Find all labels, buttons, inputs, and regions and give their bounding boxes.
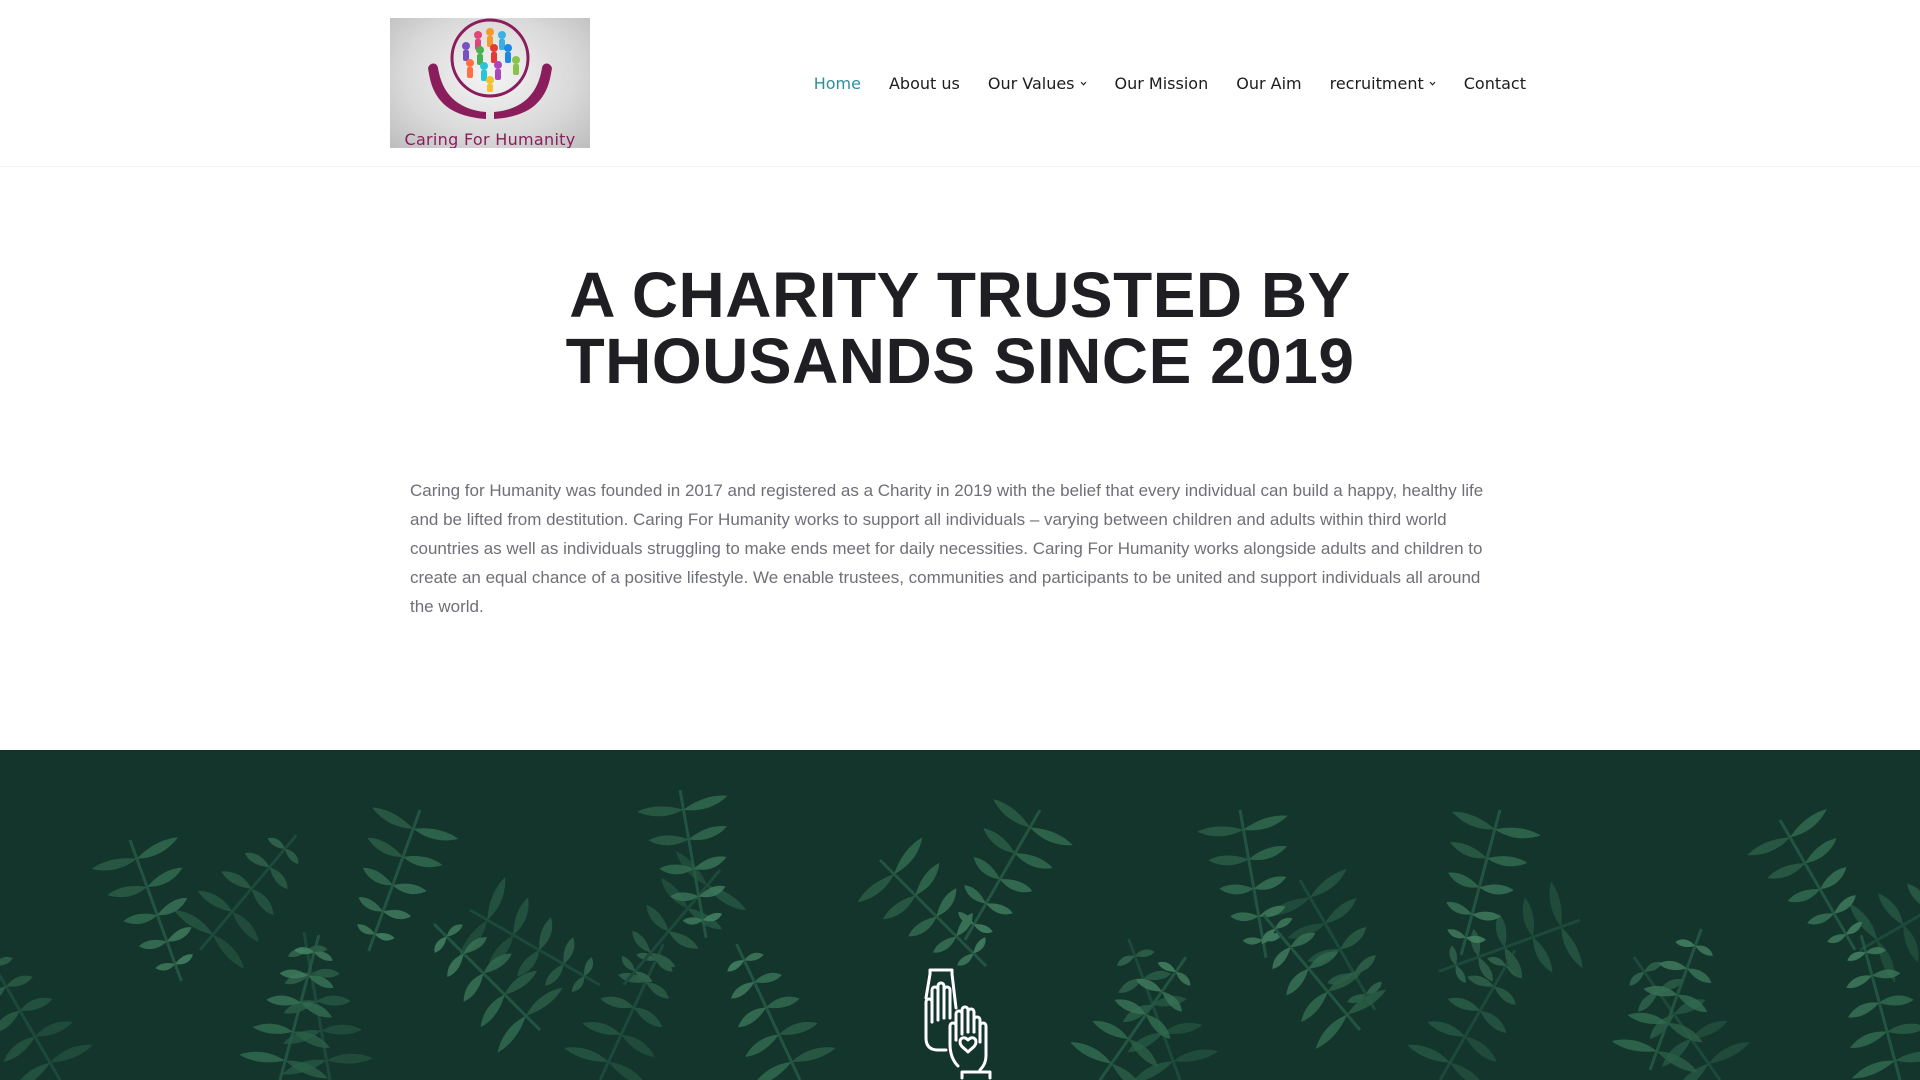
nav-item-label: Home [813,73,861,93]
intro-paragraph: Caring for Humanity was founded in 2017 … [410,481,1484,616]
main-navigation: Home About us Our Values Our Mission Our… [814,71,1526,95]
site-logo[interactable]: Caring For Humanity [390,18,590,148]
page-headline: A CHARITY TRUSTED BY THOUSANDS SINCE 201… [460,262,1460,394]
nav-item-contact[interactable]: Contact [1464,74,1526,93]
headline-line-2: THOUSANDS SINCE 2019 [565,325,1355,397]
nav-item-our-mission[interactable]: Our Mission [1115,74,1209,93]
nav-item-label: Our Mission [1114,73,1209,93]
nav-item-our-values[interactable]: Our Values [988,74,1087,93]
nav-item-label: Our Values [987,73,1075,93]
holding-hands-heart-icon [924,968,992,1080]
nav-item-our-aim[interactable]: Our Aim [1236,74,1301,93]
nav-item-recruitment[interactable]: recruitment [1330,74,1436,93]
site-header: Caring For Humanity Home About us Our Va… [0,0,1920,167]
nav-item-label: Contact [1463,73,1526,93]
chevron-down-icon[interactable] [1080,80,1087,87]
logo-graphic [428,18,552,119]
nav-item-home[interactable]: Home [814,74,861,93]
nav-item-label: About us [888,73,960,93]
people-figures-icon [462,28,520,92]
nav-item-about-us[interactable]: About us [889,74,960,93]
nav-item-label: Our Aim [1236,73,1302,93]
chevron-down-icon[interactable] [1429,80,1436,87]
logo-text: Caring For Humanity [404,130,576,148]
nav-item-label: recruitment [1329,73,1424,93]
headline-line-1: A CHARITY TRUSTED BY [569,259,1351,331]
